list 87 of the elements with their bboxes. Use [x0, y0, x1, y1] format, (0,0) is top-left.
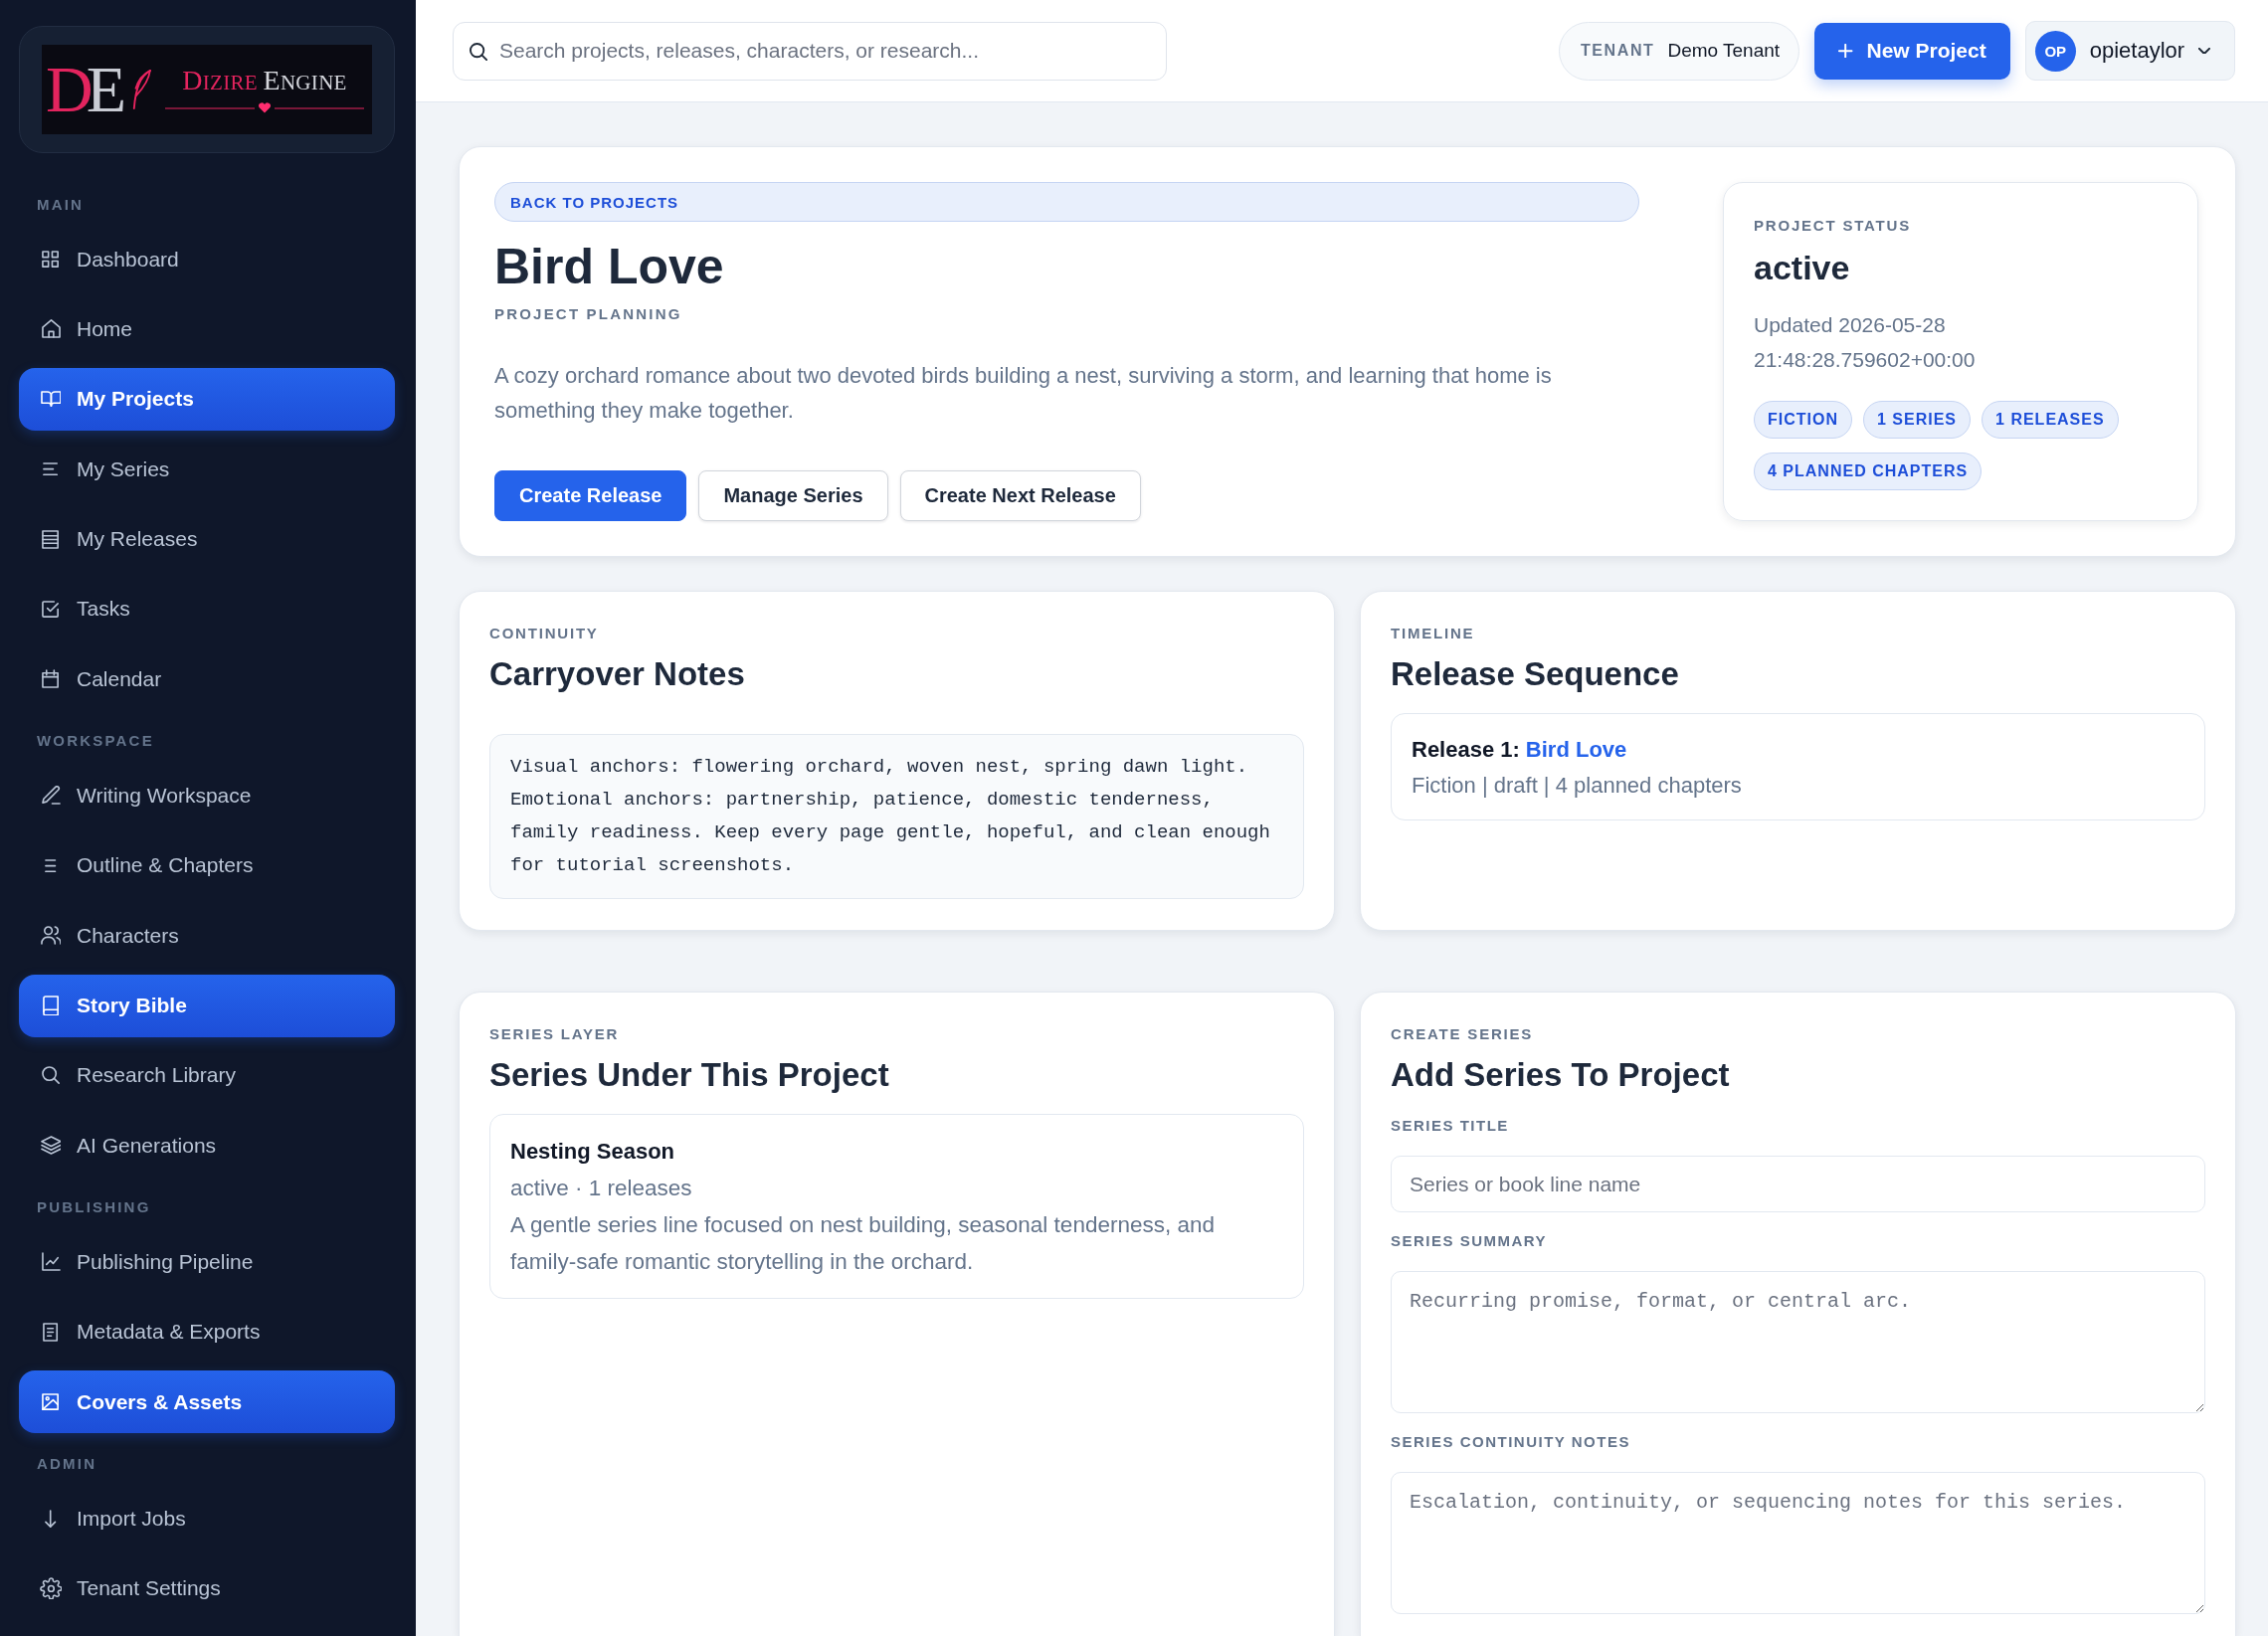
chevron-down-icon [2198, 47, 2210, 55]
card-title: Series Under This Project [489, 1055, 890, 1095]
line-chart-icon [41, 1252, 61, 1272]
nav-item[interactable]: Home [19, 297, 395, 361]
nav-item[interactable]: Tasks [19, 577, 395, 640]
nav-item[interactable]: Writing Workspace [19, 764, 395, 827]
updated-text: Updated 2026-05-28 21:48:28.759602+00:00 [1754, 312, 1977, 373]
nav-item[interactable]: My Projects [19, 367, 395, 431]
card-eyebrow: SERIES LAYER [489, 1024, 621, 1044]
tag: 1 SERIES [1863, 401, 1972, 439]
back-link[interactable]: BACK TO PROJECTS [494, 182, 1639, 222]
nav-item[interactable]: My Releases [19, 507, 395, 571]
nav-item[interactable]: Story Bible [19, 974, 395, 1037]
notes-block: Visual anchors: flowering orchard, woven nest, spring dawn light. Emotional anchors: partnership, patience, domestic tenderness, family readiness. Keep every page gentle, hopeful, and clean enough for tutorial screenshots. [489, 734, 1304, 899]
new-project-button[interactable]: New Project [1814, 22, 2010, 80]
checkbox-icon [42, 600, 60, 618]
feather-icon [132, 69, 151, 110]
nav-item[interactable]: Characters [19, 904, 395, 968]
nav-item[interactable]: Publishing Pipeline [19, 1230, 395, 1294]
open-book-icon [40, 391, 62, 408]
text-area[interactable]: Recurring promise, format, or central arc. [1391, 1271, 2205, 1413]
nav-item[interactable]: My Series [19, 438, 395, 501]
field-label: SERIES SUMMARY [1391, 1231, 1549, 1251]
user-menu[interactable]: OP opietaylor [2024, 21, 2235, 81]
list-icon [45, 858, 57, 872]
nav-item[interactable]: Calendar [19, 647, 395, 711]
card-title: Carryover Notes [489, 654, 746, 694]
nav-item[interactable]: Dashboard [19, 228, 395, 290]
card-eyebrow: TIMELINE [1391, 624, 1476, 643]
home-icon [41, 319, 61, 339]
release-link[interactable]: Bird Love [1525, 732, 1627, 768]
settings-icon [39, 1576, 63, 1600]
calendar-icon [42, 669, 60, 689]
book-icon [42, 995, 60, 1016]
card-eyebrow: CONTINUITY [489, 624, 600, 643]
text-area[interactable]: Escalation, continuity, or sequencing notes for this series. [1391, 1472, 2205, 1614]
series-description: A gentle series line focused on nest building, seasonal tenderness, and family-safe romantic storytelling in the orchard. [510, 1211, 1216, 1276]
release-meta: Fiction | draft | 4 planned chapters [1412, 772, 1743, 800]
status-heading: PROJECT STATUS [1754, 216, 1912, 236]
project-description: A cozy orchard romance about two devoted birds building a nest, surviving a storm, and learning that home is something they make together. [494, 362, 1553, 425]
series-name: Nesting Season [510, 1138, 676, 1166]
nav-item[interactable]: Import Jobs [19, 1487, 395, 1550]
users-icon [40, 926, 62, 946]
pencil-icon [41, 786, 61, 806]
arrow-down-icon [45, 1509, 57, 1528]
section-heading: PUBLISHING [37, 1197, 152, 1218]
section-heading: MAIN [37, 195, 86, 215]
action-button[interactable]: Manage Series [698, 470, 888, 521]
action-button[interactable]: Create Next Release [899, 470, 1141, 521]
tenant-name: Demo Tenant [1667, 40, 1781, 62]
nav-item[interactable]: AI Generations [19, 1114, 395, 1178]
nav-item[interactable]: Research Library [19, 1043, 395, 1107]
section-heading: ADMIN [37, 1454, 98, 1475]
series-meta: active · 1 releases [510, 1175, 693, 1202]
list-box-icon [42, 529, 60, 549]
nav-item[interactable]: Covers & Assets [19, 1370, 395, 1434]
project-title: Bird Love [494, 238, 724, 296]
logo-monogram: DE [46, 59, 127, 120]
tag: 4 PLANNED CHAPTERS [1754, 453, 1983, 490]
search-field[interactable]: Search projects, releases, characters, or research... [453, 21, 1167, 81]
project-subtitle: PROJECT PLANNING [494, 304, 682, 324]
card-title: Add Series To Project [1391, 1055, 1731, 1095]
text-field[interactable]: Series or book line name [1391, 1156, 2205, 1212]
status-value: active [1754, 248, 1851, 288]
nav-item[interactable]: Outline & Chapters [19, 833, 395, 897]
tag: FICTION [1754, 401, 1852, 439]
tag: 1 RELEASES [1982, 401, 2119, 439]
document-icon [43, 1322, 59, 1342]
tenant-label: TENANT [1580, 42, 1655, 60]
user-avatar: OP [2034, 30, 2076, 72]
card-eyebrow: CREATE SERIES [1391, 1024, 1535, 1044]
nav-item[interactable]: Tenant Settings [19, 1556, 395, 1620]
layers-icon [40, 1136, 62, 1156]
action-button[interactable]: Create Release [494, 470, 687, 521]
field-label: SERIES CONTINUITY NOTES [1391, 1432, 1631, 1452]
section-heading: WORKSPACE [37, 731, 155, 752]
image-icon [42, 1393, 60, 1411]
logo-wordmark: DIZIRE ENGINE [182, 66, 347, 97]
search-icon [470, 42, 488, 61]
lines-icon [43, 462, 59, 476]
plus-icon [1838, 43, 1853, 59]
release-number: Release 1: [1412, 736, 1520, 764]
card-title: Release Sequence [1391, 654, 1680, 694]
nav-item[interactable]: Metadata & Exports [19, 1300, 395, 1363]
field-label: SERIES TITLE [1391, 1116, 1510, 1136]
grid-icon [42, 250, 60, 269]
search-icon [41, 1066, 61, 1085]
